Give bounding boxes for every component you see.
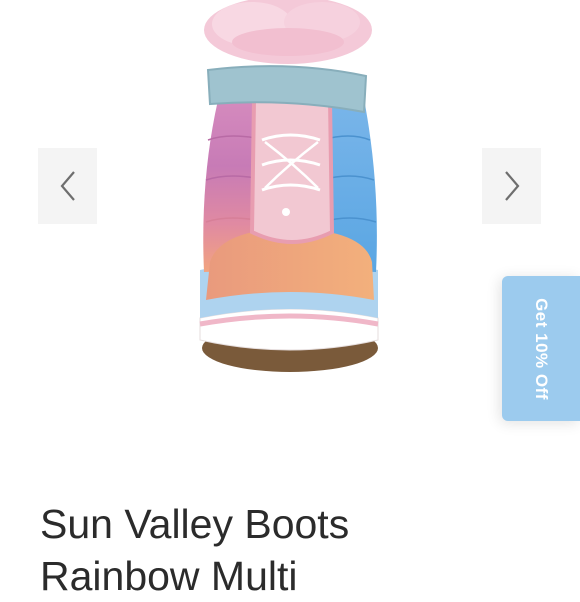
carousel-prev-button[interactable] — [38, 148, 97, 224]
chevron-right-icon — [504, 171, 519, 201]
carousel-next-button[interactable] — [482, 148, 541, 224]
product-title-line1: Sun Valley Boots — [40, 501, 350, 547]
promo-label: Get 10% Off — [532, 297, 552, 400]
product-title-line2: Rainbow Multi — [40, 553, 298, 599]
product-image — [199, 0, 379, 372]
promo-discount-tab[interactable]: Get 10% Off — [502, 276, 580, 421]
product-title: Sun Valley Boots Rainbow Multi — [40, 498, 560, 602]
chevron-left-icon — [60, 171, 75, 201]
